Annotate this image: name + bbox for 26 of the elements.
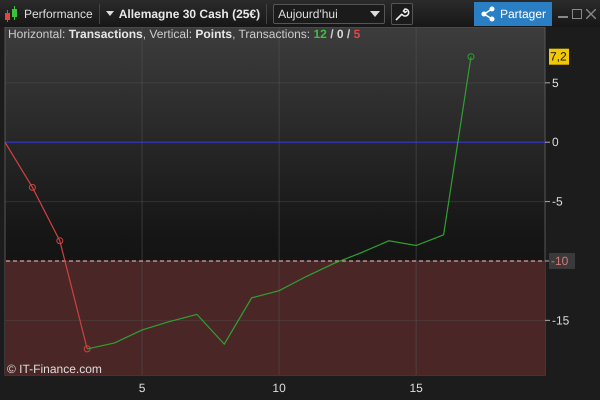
share-button[interactable]: Partager — [474, 2, 552, 26]
point — [84, 345, 91, 352]
y-axis-label: -10 — [551, 254, 568, 268]
x-axis-label: 15 — [410, 381, 423, 395]
caret-icon — [370, 10, 380, 16]
copyright-text: © IT-Finance.com — [7, 362, 102, 376]
y-axis-label: 0 — [552, 135, 559, 150]
settings-button[interactable] — [391, 2, 414, 24]
instrument-selector[interactable]: Allemagne 30 Cash (25€) — [106, 6, 260, 20]
x-axis-label: 10 — [272, 381, 286, 395]
point — [467, 53, 474, 60]
share-icon — [480, 6, 496, 22]
y-axis-label: 5 — [552, 76, 559, 90]
x-axis-label: 5 — [138, 381, 146, 395]
period-dropdown[interactable]: Aujourd'hui — [273, 4, 386, 24]
close-icon[interactable] — [586, 8, 596, 18]
maximize-icon[interactable] — [572, 8, 582, 18]
window-title: Performance — [24, 6, 93, 20]
candlestick-icon — [4, 6, 18, 22]
point — [28, 184, 36, 191]
y-axis-label: -15 — [552, 313, 570, 328]
point — [56, 237, 64, 244]
caret-icon — [106, 11, 114, 16]
y-axis-label: -5 — [552, 194, 563, 209]
last-value-badge: 7,2 — [549, 48, 569, 65]
chart-header: Horizontal: Transactions, Vertical: Points, Transactions: 12 / 0 / 5 — [8, 27, 360, 41]
